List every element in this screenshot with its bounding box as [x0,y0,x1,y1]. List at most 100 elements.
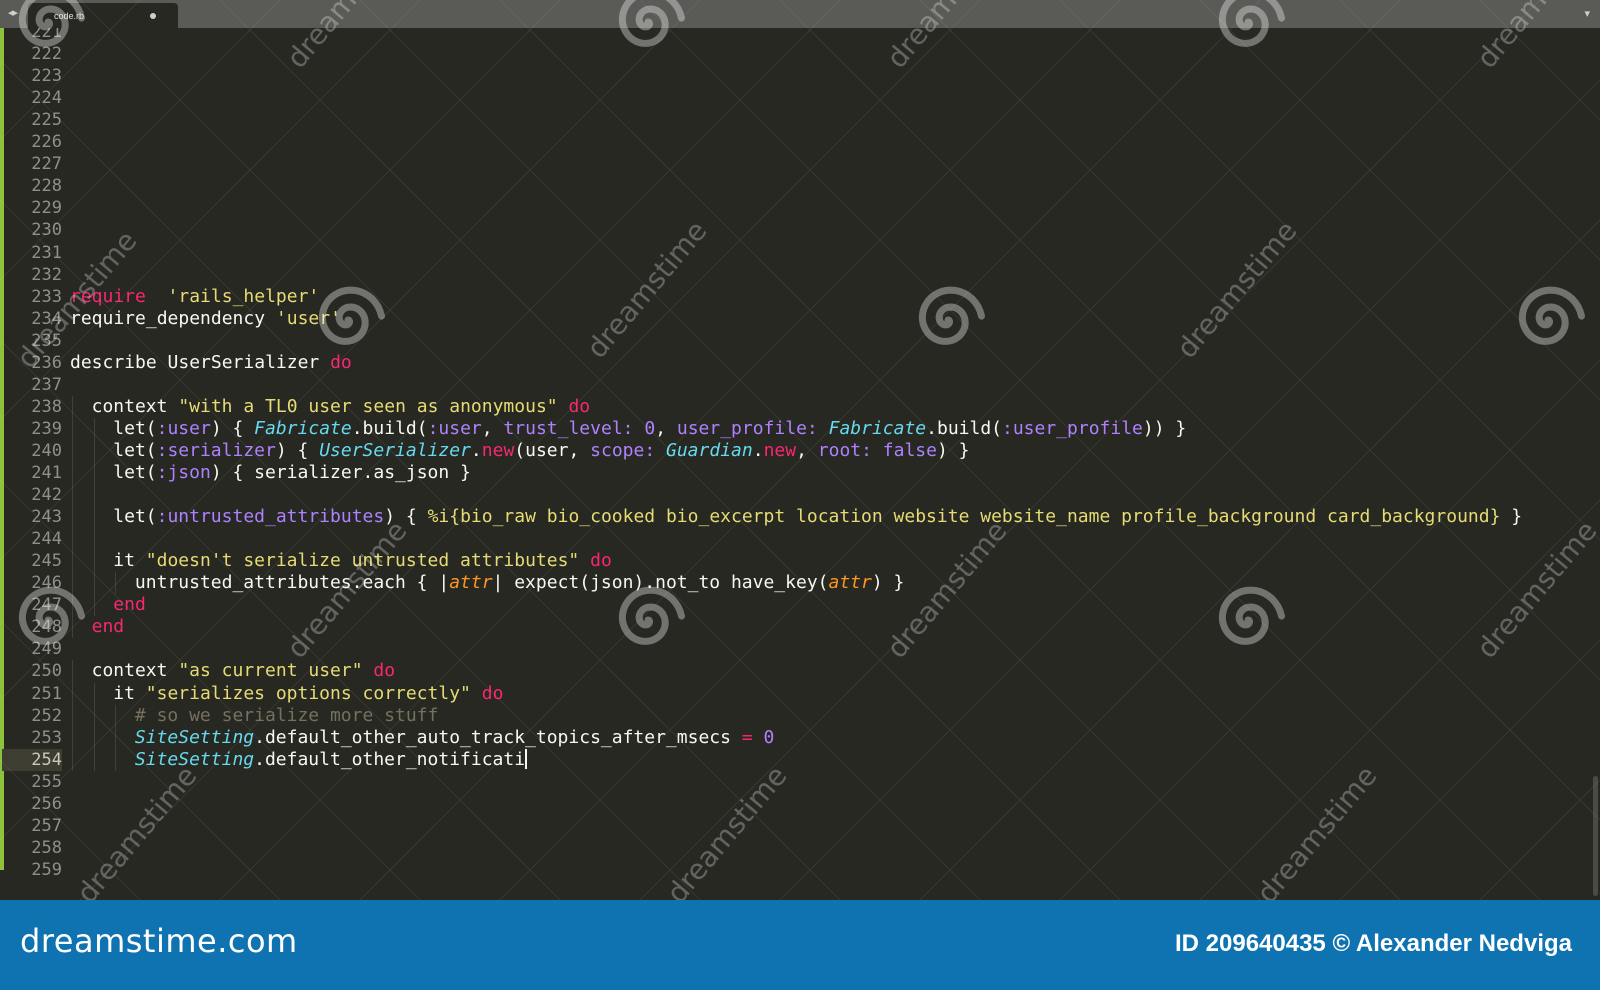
code-token: 'rails_helper' [167,285,320,307]
line-number: 242 [31,485,62,506]
code-token: user_profile: [676,417,818,439]
code-line[interactable]: require_dependency 'user' [70,308,341,331]
line-number: 256 [31,793,62,814]
code-line[interactable]: let(:json) { serializer.as_json } [113,462,471,485]
line-number: 240 [31,440,62,461]
line-number: 223 [31,66,62,87]
code-line[interactable]: untrusted_attributes.each { |attr| expec… [135,572,904,595]
line-number: 253 [31,727,62,748]
code-line[interactable]: end [113,594,146,617]
code-editor[interactable]: 221 222 223 224 225 226 227 228 229 230 231 232 233 2… [0,28,1600,900]
code-token: , [655,417,677,439]
code-line[interactable]: SiteSetting.default_other_notificati [135,748,528,772]
tab-dropdown-icon[interactable]: ▾ [1584,7,1590,20]
code-token: } [1500,506,1523,528]
line-number: 246 [31,573,62,594]
code-token: } [1164,417,1187,439]
code-token: ) { [210,417,255,439]
line-number: 230 [31,220,62,241]
line-number: 232 [31,264,62,285]
code-token: :json [156,462,211,483]
indent-guide [93,417,95,617]
code-token: ) { serializer.as_json } [210,462,471,483]
code-token: trust_level: [503,417,634,439]
code-line[interactable]: let(:serializer) { UserSerializer.new(us… [113,440,969,463]
footer-banner: dreamstime.com ID 209640435 © Alexander … [0,900,1600,990]
code-token: 'user' [275,307,341,329]
code-line[interactable]: SiteSetting.default_other_auto_track_top… [135,727,774,750]
line-number: 247 [31,595,62,616]
code-token: describe UserSerializer [70,351,331,373]
line-number: 235 [31,330,62,351]
code-line[interactable]: describe UserSerializer do [70,352,352,375]
line-number: 224 [31,88,62,109]
code-token: .build( [351,417,428,439]
code-token: ) { [384,506,428,528]
line-number: 231 [31,242,62,263]
indent-guide [115,704,117,771]
code-token: it [113,682,146,704]
line-number: 245 [31,551,62,572]
code-token: "serializes options correctly" [145,682,471,704]
code-token: 0 [633,417,656,439]
line-number: 244 [31,529,62,550]
line-number: 226 [31,132,62,153]
code-token: :user [427,417,482,439]
code-line[interactable]: it "serializes options correctly" do [113,683,503,706]
code-token: do [470,682,504,704]
code-token: .default_other_auto_track_topics_after_m… [254,726,742,748]
tab-filename: code.rb [54,11,85,21]
indent-guide [93,682,95,771]
line-number: 251 [31,683,62,704]
code-token: Fabricate [254,417,352,439]
code-line[interactable]: it "doesn't serialize untrusted attribut… [113,550,612,573]
code-token: root: [817,439,872,461]
code-line[interactable]: let(:user) { Fabricate.build(:user, trus… [113,418,1186,441]
code-token: do [362,660,396,682]
line-number: 243 [31,507,62,528]
line-number: 236 [31,352,62,373]
code-token: "doesn't serialize untrusted attributes" [145,550,580,572]
indent-guide [72,660,73,771]
tab-code-rb[interactable]: code.rb [28,3,178,28]
tab-nav-arrows-icon[interactable]: ◂▸ [8,6,18,19]
image-credit: ID 209640435 © Alexander Nedviga [1174,930,1572,957]
code-token: :serializer [156,439,276,461]
code-line[interactable]: let(:untrusted_attributes) { %i{bio_raw … [113,506,1522,529]
line-number: 239 [31,418,62,439]
code-line[interactable]: context "with a TL0 user seen as anonymo… [92,396,591,419]
code-token: do [557,395,591,417]
text-cursor [525,748,528,769]
code-line[interactable]: context "as current user" do [92,660,395,683]
line-number: 229 [31,198,62,219]
code-token: new [763,439,797,461]
code-token: :user_profile [1002,417,1143,439]
line-number: 238 [31,396,62,417]
vertical-scrollbar[interactable] [1593,776,1598,896]
code-token: do [330,351,352,373]
line-number: 258 [31,837,62,858]
code-token: Guardian [655,439,753,461]
code-token: "with a TL0 user seen as anonymous" [178,395,558,417]
code-token: ) } [936,439,970,461]
line-number: 227 [31,154,62,175]
code-token: context [91,660,179,682]
code-token: UserSerializer [319,439,471,461]
line-number: 241 [31,463,62,483]
code-token: require [70,285,146,307]
code-line[interactable]: end [92,616,125,639]
line-number: 248 [31,617,62,638]
code-line[interactable]: require 'rails_helper' [70,286,319,309]
code-token: ) { [275,439,320,461]
line-number: 255 [31,771,62,792]
code-token: let( [113,417,157,439]
code-token: :user [156,417,211,439]
line-number: 250 [31,661,62,682]
unsaved-dot-icon[interactable] [150,13,156,19]
code-token: end [113,594,146,616]
line-number: 228 [31,176,62,197]
code-token: let( [113,439,157,461]
line-number: 222 [31,44,62,65]
code-line[interactable]: # so we serialize more stuff [135,705,438,728]
code-token: scope: [590,439,656,461]
